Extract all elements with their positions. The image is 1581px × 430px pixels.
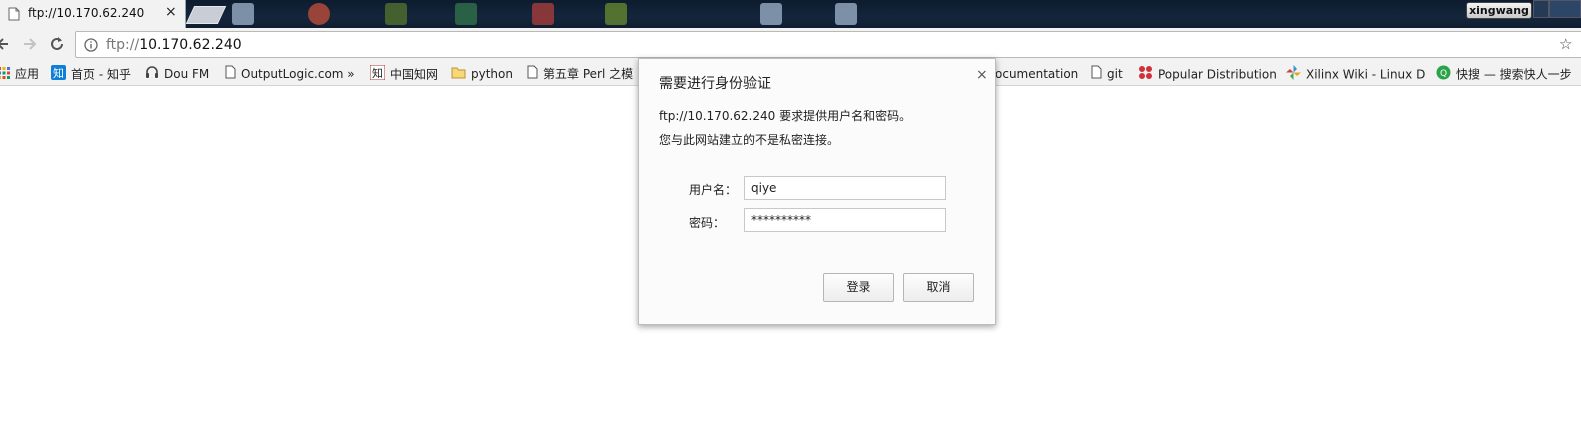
bookmark-label: 快搜 — 搜索快人一步 xyxy=(1456,67,1572,82)
bookmark-label: Dou FM xyxy=(164,67,210,81)
page-icon xyxy=(1091,65,1102,84)
bookmark-documentation[interactable]: ocumentation xyxy=(995,65,1078,83)
headphones-icon xyxy=(145,65,159,84)
dialog-warning: 您与此网站建立的不是私密连接。 xyxy=(659,133,840,147)
url-text[interactable]: ftp://10.170.62.240 xyxy=(106,37,242,53)
bookmark-label: ocumentation xyxy=(995,67,1079,81)
apps-grid-icon xyxy=(0,66,10,84)
bookmark-label: 应用 xyxy=(15,67,40,81)
taskbar-tool-icon xyxy=(385,3,407,25)
kuaisou-icon: Q xyxy=(1436,65,1451,85)
taskbar-terminal-icon xyxy=(455,3,477,25)
svg-text:知: 知 xyxy=(53,66,64,80)
svg-text:Q: Q xyxy=(1440,69,1447,79)
dialog-message: ftp://10.170.62.240 要求提供用户名和密码。 xyxy=(659,109,912,123)
bookmark-perl[interactable]: 第五章 Perl 之模 xyxy=(527,65,633,83)
username-field[interactable] xyxy=(744,176,946,200)
dialog-title: 需要进行身份验证 xyxy=(659,76,771,92)
tab-ftp[interactable]: ftp://10.170.62.240 × xyxy=(0,0,186,28)
dots-icon xyxy=(1138,65,1153,85)
bookmark-git[interactable]: git xyxy=(1091,65,1123,83)
bookmark-label: Xilinx Wiki - Linux D xyxy=(1306,67,1426,82)
bookmark-cnki[interactable]: 知 中国知网 xyxy=(369,64,439,85)
folder-icon xyxy=(451,66,466,84)
address-bar[interactable]: ftp://10.170.62.240 xyxy=(75,31,1581,58)
taskbar-document-icon xyxy=(835,3,857,25)
bookmark-outputlogic[interactable]: OutputLogic.com » xyxy=(225,65,355,83)
cancel-button[interactable]: 取消 xyxy=(903,273,974,302)
cnki-icon: 知 xyxy=(369,64,386,85)
forward-arrow-icon[interactable] xyxy=(22,36,38,55)
bookmark-label: OutputLogic.com » xyxy=(241,67,355,81)
url-host: 10.170.62.240 xyxy=(139,37,242,53)
bookmark-star-icon[interactable]: ☆ xyxy=(1559,35,1572,53)
taskbar-chart-icon xyxy=(532,3,554,25)
bookmark-label: 第五章 Perl 之模 xyxy=(543,67,634,81)
reload-icon[interactable] xyxy=(49,36,65,55)
tab-strip: ftp://10.170.62.240 × xingwang xyxy=(0,0,1581,28)
dialog-close-icon[interactable]: × xyxy=(976,67,988,83)
profile-user-button[interactable]: xingwang xyxy=(1466,2,1532,19)
taskbar-document-icon xyxy=(760,3,782,25)
bookmark-doufm[interactable]: Dou FM xyxy=(145,65,209,83)
bookmark-python-folder[interactable]: python xyxy=(451,65,513,83)
navigation-toolbar: ftp://10.170.62.240 xyxy=(0,28,1581,62)
page-icon xyxy=(225,65,236,84)
bookmark-label: Popular Distribution xyxy=(1158,67,1277,82)
taskbar-document-icon xyxy=(232,3,254,25)
back-arrow-icon[interactable] xyxy=(0,36,10,55)
taskbar-browser-icon xyxy=(308,3,330,25)
bookmark-kuaisou[interactable]: Q 快搜 — 搜索快人一步 xyxy=(1436,65,1572,83)
bookmark-xilinx-wiki[interactable]: Xilinx Wiki - Linux D xyxy=(1286,65,1425,83)
close-window-button[interactable] xyxy=(1549,0,1581,18)
tab-title: ftp://10.170.62.240 xyxy=(28,6,145,20)
bookmark-label: python xyxy=(471,67,513,81)
tab-close-icon[interactable]: × xyxy=(165,4,177,20)
bookmark-apps[interactable]: 应用 xyxy=(0,65,39,83)
url-scheme: ftp:// xyxy=(106,37,140,53)
bookmark-label: git xyxy=(1107,67,1123,81)
login-button[interactable]: 登录 xyxy=(823,273,894,302)
minimize-button[interactable] xyxy=(1533,0,1549,18)
bookmark-label: 中国知网 xyxy=(390,67,439,82)
new-tab-button[interactable] xyxy=(185,6,227,24)
username-label: 用户名： xyxy=(689,183,738,197)
info-icon[interactable] xyxy=(84,38,98,55)
pinwheel-icon xyxy=(1286,65,1301,85)
bookmark-zhihu[interactable]: 知 首页 - 知乎 xyxy=(51,65,131,83)
password-label: 密码： xyxy=(689,216,726,230)
taskbar-app-icon xyxy=(605,3,627,25)
auth-dialog: 需要进行身份验证 × ftp://10.170.62.240 要求提供用户名和密… xyxy=(638,58,996,325)
svg-text:知: 知 xyxy=(372,66,383,80)
bookmark-label: 首页 - 知乎 xyxy=(71,67,131,82)
page-icon xyxy=(8,7,20,24)
password-field[interactable] xyxy=(744,208,946,232)
bookmark-popular-distribution[interactable]: Popular Distribution xyxy=(1138,65,1277,83)
zhihu-icon: 知 xyxy=(51,65,66,85)
page-icon xyxy=(527,65,538,84)
